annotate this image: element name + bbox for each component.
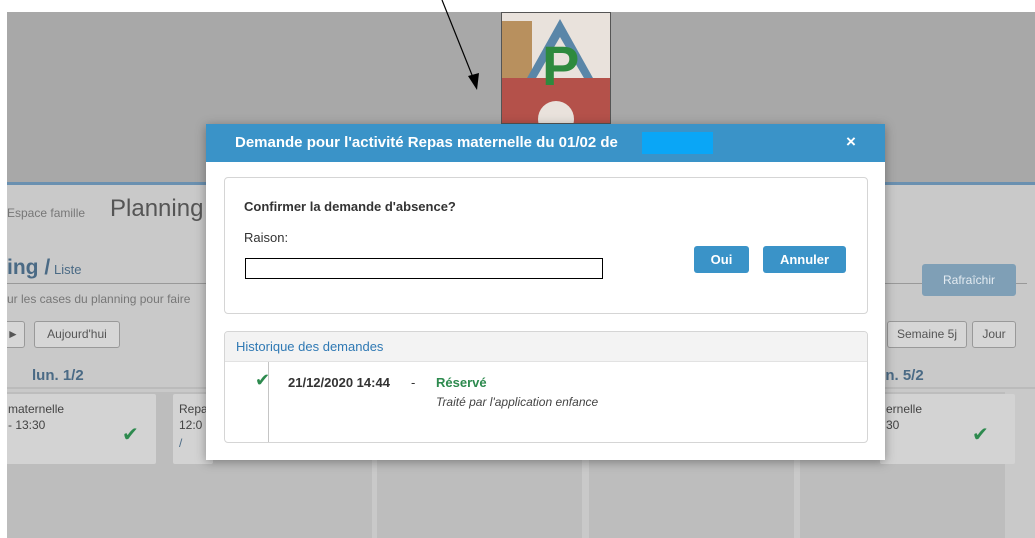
confirm-panel: Confirmer la demande d'absence? Raison: … bbox=[224, 177, 868, 314]
close-icon[interactable]: × bbox=[840, 129, 862, 155]
history-header: Historique des demandes bbox=[225, 332, 867, 362]
history-detail: Traité par l'application enfance bbox=[436, 395, 599, 409]
reason-input[interactable] bbox=[245, 258, 603, 279]
confirm-question: Confirmer la demande d'absence? bbox=[244, 199, 456, 214]
history-datetime: 21/12/2020 14:44 bbox=[288, 375, 390, 390]
confirm-yes-button[interactable]: Oui bbox=[694, 246, 749, 273]
redacted-block bbox=[642, 132, 713, 154]
history-separator: - bbox=[411, 375, 416, 390]
absence-request-dialog: Demande pour l'activité Repas maternelle… bbox=[206, 124, 885, 460]
history-title: Historique des demandes bbox=[236, 339, 384, 354]
history-status: Réservé bbox=[436, 375, 487, 390]
check-icon: ✔ bbox=[255, 370, 271, 390]
history-panel: Historique des demandes ✔ 21/12/2020 14:… bbox=[224, 331, 868, 443]
reason-label: Raison: bbox=[244, 230, 289, 245]
dialog-title: Demande pour l'activité Repas maternelle… bbox=[235, 134, 618, 151]
cancel-button[interactable]: Annuler bbox=[763, 246, 846, 273]
dialog-header: Demande pour l'activité Repas maternelle… bbox=[206, 124, 885, 162]
